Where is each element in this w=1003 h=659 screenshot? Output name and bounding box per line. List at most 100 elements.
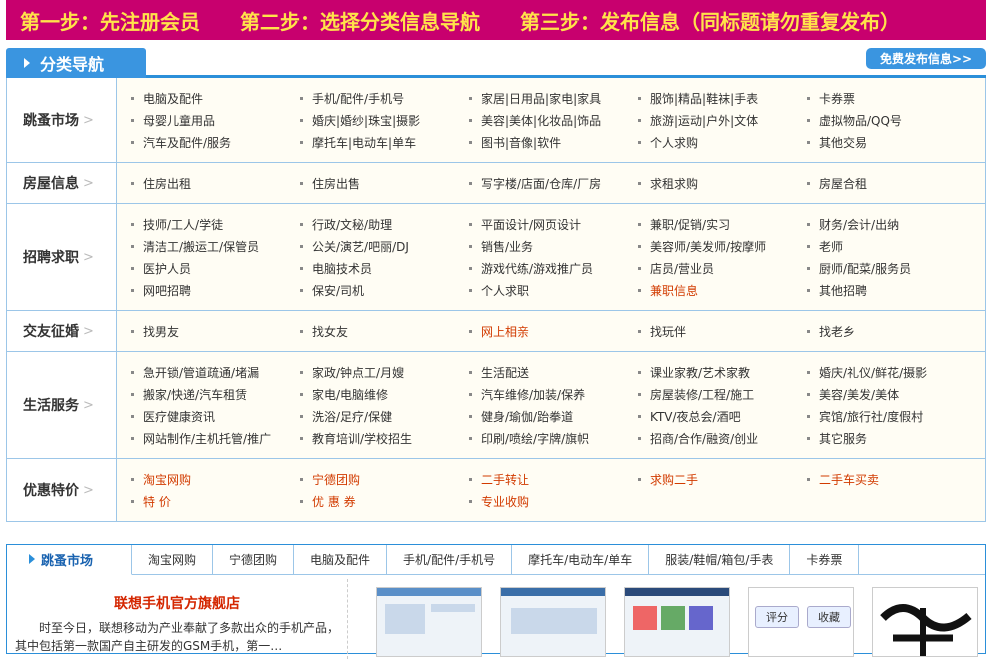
category-link[interactable]: 求租求购 [638,175,807,191]
category-link[interactable]: 宾馆/旅行社/度假村 [807,408,977,424]
category-link[interactable]: 优 惠 券 [300,493,469,509]
thumbnail-4[interactable]: 评分 收藏 [748,587,854,657]
category-link[interactable]: 写字楼/店面/仓库/厂房 [469,175,638,191]
thumbnail-1[interactable] [376,587,482,657]
market-tab[interactable]: 宁德团购 [213,544,295,575]
category-link[interactable]: 二手车买卖 [807,471,977,487]
category-link[interactable]: 婚庆/礼仪/鲜花/摄影 [807,364,977,380]
category-link[interactable]: 婚庆|婚纱|珠宝|摄影 [300,112,469,128]
category-link[interactable]: 印刷/喷绘/字牌/旗帜 [469,430,638,446]
bullet-icon [300,392,303,396]
category-link[interactable]: 清洁工/搬运工/保管员 [131,238,300,254]
category-link[interactable]: 汽车维修/加装/保养 [469,386,638,402]
category-link[interactable]: 财务/会计/出纳 [807,216,977,232]
category-link[interactable]: 住房出租 [131,175,300,191]
category-link[interactable]: 摩托车|电动车|单车 [300,134,469,150]
category-heading[interactable]: 生活服务 > [7,352,117,458]
market-tab[interactable]: 服装/鞋帽/箱包/手表 [649,544,791,575]
category-link[interactable]: 其它服务 [807,430,977,446]
category-link[interactable]: 个人求购 [638,134,807,150]
promo-title[interactable]: 联想手机官方旗舰店 [7,593,347,613]
category-table: 跳蚤市场 > 电脑及配件 手机/配件/手机号 家居|日用品|家电|家具 服饰|精品|鞋袜|… [6,78,986,522]
bullet-icon [469,499,472,503]
category-link[interactable]: 课业家教/艺术家教 [638,364,807,380]
category-link[interactable]: 保安/司机 [300,282,469,298]
category-link[interactable]: 美容师/美发师/按摩师 [638,238,807,254]
category-nav-tab[interactable]: 分类导航 [6,48,146,78]
category-heading[interactable]: 优惠特价 > [7,459,117,521]
category-link[interactable]: 其他招聘 [807,282,977,298]
category-link[interactable]: 老师 [807,238,977,254]
market-tab[interactable]: 卡券票 [790,544,860,575]
category-heading[interactable]: 招聘求职 > [7,204,117,310]
category-link[interactable]: 汽车及配件/服务 [131,134,300,150]
category-heading[interactable]: 房屋信息 > [7,163,117,203]
thumbnail-5[interactable] [872,587,978,657]
category-link[interactable]: 美容/美发/美体 [807,386,977,402]
category-link[interactable]: 家居|日用品|家电|家具 [469,90,638,106]
category-link[interactable]: 找女友 [300,323,469,339]
category-link[interactable]: 找老乡 [807,323,977,339]
category-link[interactable]: 旅游|运动|户外|文体 [638,112,807,128]
category-link[interactable]: 游戏代练/游戏推广员 [469,260,638,276]
category-link[interactable]: 母婴儿童用品 [131,112,300,128]
category-link[interactable]: 找玩伴 [638,323,807,339]
thumbnail-2[interactable] [500,587,606,657]
rate-button[interactable]: 评分 [755,606,799,628]
category-link[interactable]: KTV/夜总会/酒吧 [638,408,807,424]
category-link[interactable]: 搬家/快递/汽车租赁 [131,386,300,402]
free-publish-button[interactable]: 免费发布信息>> [866,48,986,69]
market-tab[interactable]: 摩托车/电动车/单车 [512,544,650,575]
category-link[interactable]: 专业收购 [469,493,638,509]
category-heading[interactable]: 交友征婚 > [7,311,117,351]
category-link[interactable]: 急开锁/管道疏通/堵漏 [131,364,300,380]
category-link[interactable]: 医护人员 [131,260,300,276]
category-link[interactable]: 房屋合租 [807,175,977,191]
category-link[interactable]: 家政/钟点工/月嫂 [300,364,469,380]
category-link[interactable]: 二手转让 [469,471,638,487]
category-link[interactable]: 求购二手 [638,471,807,487]
category-link[interactable]: 技师/工人/学徒 [131,216,300,232]
market-title-tab[interactable]: 跳蚤市场 [7,544,132,575]
category-link[interactable]: 店员/营业员 [638,260,807,276]
category-link[interactable]: 医疗健康资讯 [131,408,300,424]
category-link[interactable]: 电脑技术员 [300,260,469,276]
category-link[interactable]: 其他交易 [807,134,977,150]
market-tab[interactable]: 电脑及配件 [294,544,388,575]
category-link[interactable]: 行政/文秘/助理 [300,216,469,232]
category-heading[interactable]: 跳蚤市场 > [7,78,117,162]
category-link[interactable]: 网上相亲 [469,323,638,339]
category-link[interactable]: 兼职信息 [638,282,807,298]
category-link[interactable]: 个人求职 [469,282,638,298]
category-link[interactable]: 教育培训/学校招生 [300,430,469,446]
market-tab[interactable]: 手机/配件/手机号 [387,544,513,575]
category-link[interactable]: 兼职/促销/实习 [638,216,807,232]
category-link[interactable]: 电脑及配件 [131,90,300,106]
category-link[interactable]: 公关/演艺/吧丽/DJ [300,238,469,254]
category-link[interactable]: 手机/配件/手机号 [300,90,469,106]
category-link[interactable]: 网吧招聘 [131,282,300,298]
category-link[interactable]: 虚拟物品/QQ号 [807,112,977,128]
category-link[interactable]: 房屋装修/工程/施工 [638,386,807,402]
category-link[interactable]: 生活配送 [469,364,638,380]
category-link[interactable]: 厨师/配菜/服务员 [807,260,977,276]
market-tab[interactable]: 淘宝网购 [132,544,214,575]
category-link[interactable]: 淘宝网购 [131,471,300,487]
category-link[interactable]: 图书|音像|软件 [469,134,638,150]
category-link[interactable]: 卡券票 [807,90,977,106]
category-link[interactable]: 洗浴/足疗/保健 [300,408,469,424]
favorite-button[interactable]: 收藏 [807,606,851,628]
category-link[interactable]: 找男友 [131,323,300,339]
thumbnail-3[interactable] [624,587,730,657]
category-link[interactable]: 招商/合作/融资/创业 [638,430,807,446]
category-link[interactable]: 健身/瑜伽/跆拳道 [469,408,638,424]
category-link[interactable]: 住房出售 [300,175,469,191]
category-link[interactable]: 平面设计/网页设计 [469,216,638,232]
category-link[interactable]: 特 价 [131,493,300,509]
category-link[interactable]: 销售/业务 [469,238,638,254]
category-link[interactable]: 服饰|精品|鞋袜|手表 [638,90,807,106]
category-link[interactable]: 家电/电脑维修 [300,386,469,402]
category-link[interactable]: 网站制作/主机托管/推广 [131,430,300,446]
category-link[interactable]: 宁德团购 [300,471,469,487]
category-link[interactable]: 美容|美体|化妆品|饰品 [469,112,638,128]
